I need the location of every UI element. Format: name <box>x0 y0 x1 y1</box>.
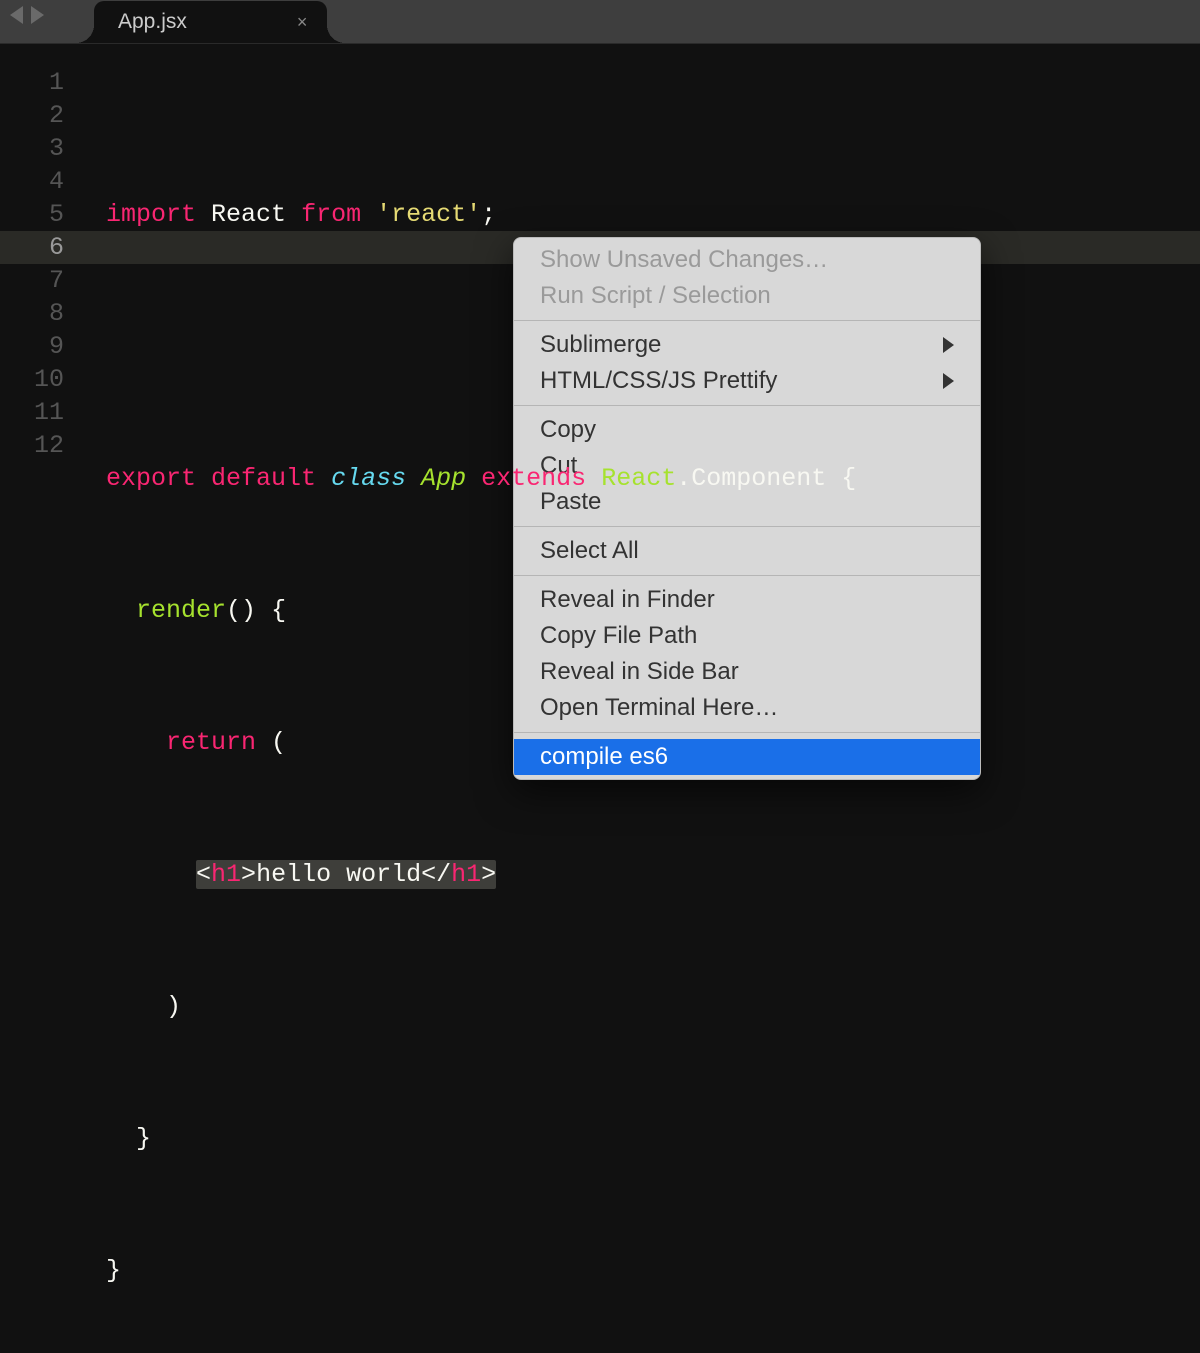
code-line: export default class App extends React.C… <box>84 462 1200 495</box>
punctuation: ) <box>166 992 181 1021</box>
keyword-extends: extends <box>481 464 586 493</box>
line-number: 9 <box>0 330 64 363</box>
identifier: React <box>211 200 286 229</box>
menu-open-terminal[interactable]: Open Terminal Here… <box>514 690 980 726</box>
line-number: 12 <box>0 429 64 462</box>
nav-forward-icon[interactable] <box>31 6 44 24</box>
punctuation: </ <box>421 860 451 889</box>
gutter: 1 2 3 4 5 6 7 8 9 10 11 12 <box>0 44 84 996</box>
menu-show-unsaved-changes: Show Unsaved Changes… <box>514 242 980 278</box>
code-line: ) <box>84 990 1200 1023</box>
context-menu: Show Unsaved Changes… Run Script / Selec… <box>513 237 981 780</box>
jsx-text: hello world <box>256 860 421 889</box>
menu-label: Reveal in Side Bar <box>540 654 739 690</box>
keyword-export: export <box>106 464 196 493</box>
punctuation: } <box>136 1124 151 1153</box>
keyword-default: default <box>211 464 316 493</box>
menu-separator <box>514 320 980 321</box>
nav-back-icon[interactable] <box>10 6 23 24</box>
titlebar: App.jsx × <box>0 0 1200 44</box>
line-number: 4 <box>0 165 64 198</box>
keyword-class: class <box>331 464 406 493</box>
menu-label: Copy <box>540 412 596 448</box>
line-number: 7 <box>0 264 64 297</box>
code-line: import React from 'react'; <box>84 198 1200 231</box>
code-line: render() { <box>84 594 1200 627</box>
code-line: return ( <box>84 726 1200 759</box>
line-number: 2 <box>0 99 64 132</box>
menu-label: HTML/CSS/JS Prettify <box>540 363 777 399</box>
menu-label: Show Unsaved Changes… <box>540 242 828 278</box>
punctuation: () <box>226 596 256 625</box>
menu-separator <box>514 405 980 406</box>
punctuation: { <box>841 464 856 493</box>
menu-reveal-sidebar[interactable]: Reveal in Side Bar <box>514 654 980 690</box>
identifier: Component <box>691 464 826 493</box>
tab-app-jsx[interactable]: App.jsx × <box>94 1 327 43</box>
line-number: 1 <box>0 66 64 99</box>
menu-label: Run Script / Selection <box>540 278 771 314</box>
identifier: React <box>601 464 676 493</box>
submenu-arrow-icon <box>943 373 954 389</box>
class-name: App <box>421 464 466 493</box>
code-line: } <box>84 1122 1200 1155</box>
line-number: 10 <box>0 363 64 396</box>
menu-prettify[interactable]: HTML/CSS/JS Prettify <box>514 363 980 399</box>
code-line <box>84 330 1200 363</box>
punctuation: ; <box>481 200 496 229</box>
close-icon[interactable]: × <box>297 12 308 33</box>
jsx-tag: h1 <box>211 860 241 889</box>
menu-separator <box>514 526 980 527</box>
keyword-return: return <box>166 728 256 757</box>
menu-label: Open Terminal Here… <box>540 690 778 726</box>
tab-title: App.jsx <box>118 10 187 34</box>
line-number: 5 <box>0 198 64 231</box>
line-number: 3 <box>0 132 64 165</box>
string-literal: 'react' <box>376 200 481 229</box>
menu-label: Select All <box>540 533 639 569</box>
line-number: 11 <box>0 396 64 429</box>
punctuation: ( <box>271 728 286 757</box>
code-line-active: <h1>hello world</h1> <box>84 858 1200 891</box>
punctuation: . <box>676 464 691 493</box>
punctuation: < <box>196 860 211 889</box>
punctuation: > <box>481 860 496 889</box>
menu-run-script: Run Script / Selection <box>514 278 980 314</box>
punctuation: } <box>106 1256 121 1285</box>
line-number: 8 <box>0 297 64 330</box>
keyword-import: import <box>106 200 196 229</box>
code-line: } <box>84 1254 1200 1287</box>
selection: <h1>hello world</h1> <box>196 860 496 889</box>
keyword-from: from <box>301 200 361 229</box>
punctuation: { <box>271 596 286 625</box>
method-name: render <box>136 596 226 625</box>
nav-arrows <box>10 6 44 24</box>
jsx-tag: h1 <box>451 860 481 889</box>
menu-separator <box>514 575 980 576</box>
menu-select-all[interactable]: Select All <box>514 533 980 569</box>
punctuation: > <box>241 860 256 889</box>
line-number-active: 6 <box>0 231 84 264</box>
menu-copy[interactable]: Copy <box>514 412 980 448</box>
